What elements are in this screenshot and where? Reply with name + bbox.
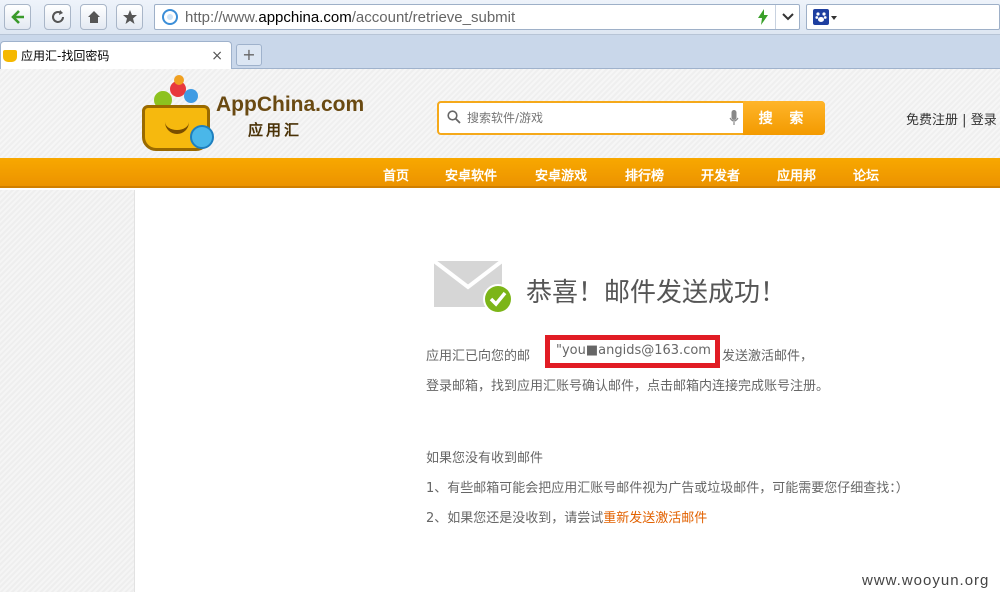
tab-strip: 应用汇-找回密码 × + <box>0 35 1000 69</box>
search-button[interactable]: 搜 索 <box>743 101 825 135</box>
user-links: 免费注册 | 登录 <box>906 109 997 128</box>
resend-activation-link[interactable]: 重新发送激活邮件 <box>603 511 707 526</box>
login-link[interactable]: 登录 <box>971 113 997 128</box>
main-nav: 首页 安卓软件 安卓游戏 排行榜 开发者 应用邦 论坛 <box>0 158 1000 188</box>
search-input[interactable] <box>467 107 727 129</box>
nav-item-developers[interactable]: 开发者 <box>701 165 740 184</box>
logo-face-icon <box>190 125 214 149</box>
register-link[interactable]: 免费注册 <box>906 113 958 128</box>
site-search-box: 搜 索 <box>437 101 825 135</box>
microphone-icon[interactable] <box>729 110 739 126</box>
browser-toolbar: http://www.appchina.com/account/retrieve… <box>0 0 1000 35</box>
nav-item-rankings[interactable]: 排行榜 <box>625 165 664 184</box>
email-address: "you■angids@163.com <box>556 343 711 358</box>
help-item-2: 2、如果您还是没收到，请尝试重新发送激活邮件 <box>426 507 707 526</box>
nav-item-appbang[interactable]: 应用邦 <box>777 165 816 184</box>
nav-item-android-apps[interactable]: 安卓软件 <box>445 165 497 184</box>
appchina-logo[interactable]: AppChina.com 应用汇 <box>140 75 364 153</box>
back-arrow-icon <box>10 10 24 24</box>
engine-dropdown-caret-icon[interactable] <box>831 16 837 20</box>
address-bar[interactable]: http://www.appchina.com/account/retrieve… <box>154 4 800 30</box>
logo-ball-blue-icon <box>184 89 198 103</box>
refresh-icon <box>51 10 64 23</box>
help-item-1: 1、有些邮箱可能会把应用汇账号邮件视为广告或垃圾邮件，可能需要您仔细查找：） <box>426 481 909 496</box>
logo-smile-icon <box>165 122 189 134</box>
nav-item-forum[interactable]: 论坛 <box>853 165 879 184</box>
separator: | <box>962 113 967 128</box>
back-button[interactable] <box>4 4 31 30</box>
tab-title: 应用汇-找回密码 <box>21 49 110 63</box>
browser-search-box[interactable] <box>806 4 1000 30</box>
logo-ball-orange-icon <box>174 75 184 85</box>
chevron-down-icon <box>781 13 794 21</box>
appchina-favicon-icon <box>3 49 17 62</box>
tab-close-icon[interactable]: × <box>211 48 223 64</box>
left-margin <box>0 190 135 592</box>
home-icon <box>87 11 100 23</box>
site-header: AppChina.com 应用汇 搜 索 免费注册 | 登录 <box>0 69 1000 158</box>
nav-item-home[interactable]: 首页 <box>383 165 409 184</box>
star-icon <box>122 10 137 24</box>
url-dropdown-button[interactable] <box>775 5 799 29</box>
bookmark-button[interactable] <box>116 4 143 30</box>
search-icon <box>447 110 461 124</box>
tab-active[interactable]: 应用汇-找回密码 × <box>0 41 232 69</box>
help-item-2-text: 2、如果您还是没收到，请尝试 <box>426 511 604 526</box>
lightning-icon[interactable] <box>757 9 769 25</box>
message-line-1-suffix: 发送激活邮件， <box>722 349 814 364</box>
nav-item-android-games[interactable]: 安卓游戏 <box>535 165 587 184</box>
message-line-2: 登录邮箱，找到应用汇账号确认邮件，点击邮箱内连接完成账号注册。 <box>426 379 830 394</box>
page-globe-icon <box>162 9 178 25</box>
help-title: 如果您没有收到邮件 <box>426 451 544 466</box>
baidu-paw-icon[interactable] <box>813 9 829 25</box>
home-button[interactable] <box>80 4 107 30</box>
url-text: http://www.appchina.com/account/retrieve… <box>185 8 516 26</box>
envelope-success-icon <box>434 259 513 314</box>
message-line-1-prefix: 应用汇已向您的邮 <box>426 349 531 364</box>
success-title: 恭喜！邮件发送成功！ <box>526 278 787 308</box>
brand-name: AppChina.com <box>216 93 365 116</box>
new-tab-button[interactable]: + <box>236 44 262 66</box>
brand-sub: 应用汇 <box>248 121 303 139</box>
watermark: www.wooyun.org <box>862 572 990 589</box>
refresh-button[interactable] <box>44 4 71 30</box>
